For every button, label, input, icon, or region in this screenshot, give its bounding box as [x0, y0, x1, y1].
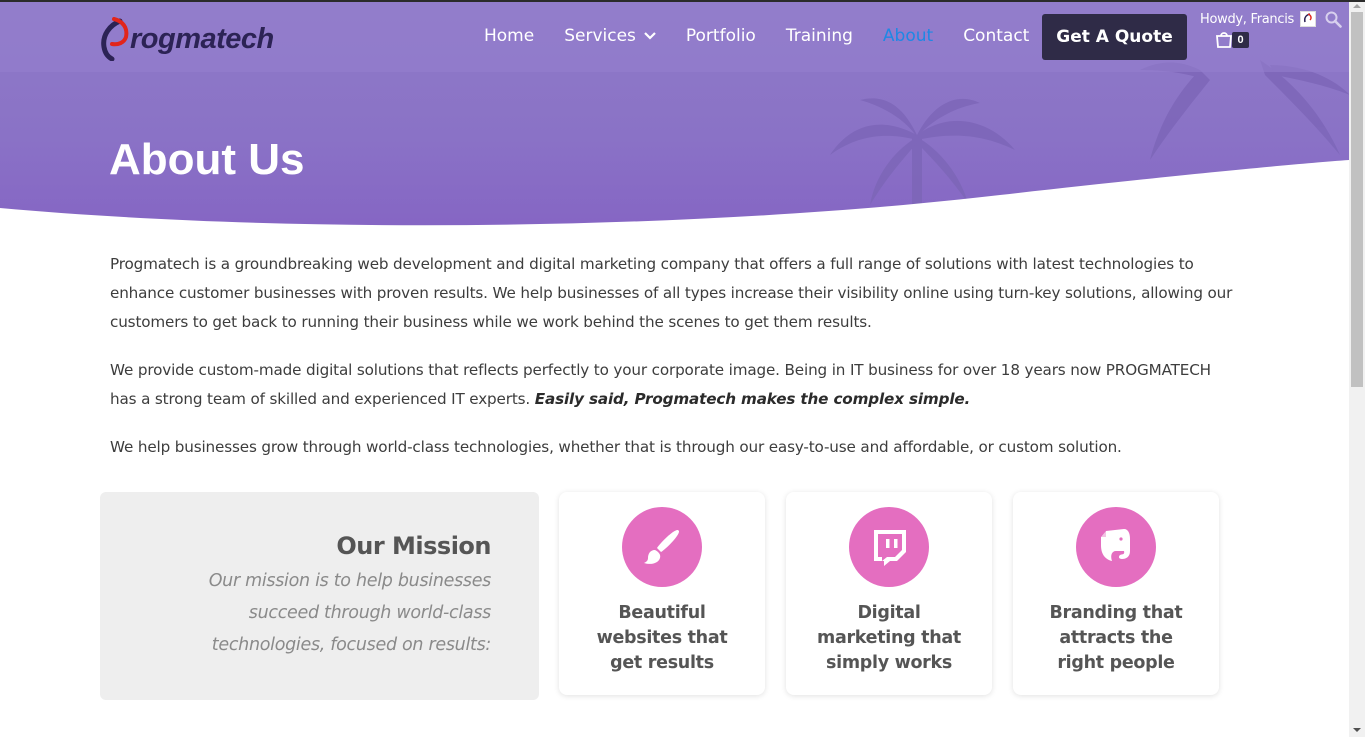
mission-title: Our Mission — [336, 532, 491, 560]
emphasis-text: Easily said, Progmatech makes the comple… — [534, 390, 971, 408]
about-paragraph: Progmatech is a groundbreaking web devel… — [110, 255, 1233, 331]
nav-label: Services — [564, 26, 636, 46]
feature-label: Beautiful websites that get results — [596, 603, 728, 673]
scrollbar-thumb[interactable] — [1351, 12, 1363, 387]
nav-contact[interactable]: Contact — [963, 26, 1029, 46]
nav-label: Training — [785, 26, 853, 46]
site-header: rogmatech Home Services Portfolio Traini… — [0, 2, 1349, 72]
nav-label: About — [882, 26, 934, 46]
feature-card: Beautiful websites that get results — [559, 492, 765, 695]
twitch-icon — [849, 507, 929, 587]
nav-about[interactable]: About — [883, 26, 933, 46]
avatar-logo-icon — [1303, 13, 1312, 23]
evernote-icon — [1076, 507, 1156, 587]
window-top-border — [0, 0, 1365, 2]
mission-box: Our Mission Our mission is to help busin… — [100, 492, 539, 700]
cart-count-badge: 0 — [1232, 32, 1249, 48]
nav-home[interactable]: Home — [484, 26, 534, 46]
shopping-bag-icon[interactable] — [1214, 29, 1234, 49]
nav-training[interactable]: Training — [786, 26, 853, 46]
about-paragraph: We provide custom-made digital solutions… — [110, 356, 1240, 414]
logo-text: rogmatech — [130, 22, 274, 55]
feature-label: Digital marketing that simply works — [817, 603, 961, 673]
paintbrush-icon — [622, 507, 702, 587]
nav-label: Contact — [963, 26, 1030, 46]
search-icon[interactable] — [1325, 11, 1342, 28]
nav-portfolio[interactable]: Portfolio — [686, 26, 756, 46]
main-nav: Home Services Portfolio Training About C… — [484, 26, 1059, 46]
logo-mark-icon — [101, 17, 129, 61]
feature-card: Branding that attracts the right people — [1013, 492, 1219, 695]
avatar — [1300, 11, 1316, 27]
nav-services[interactable]: Services — [564, 26, 656, 46]
scroll-down-arrow-icon[interactable] — [1352, 727, 1362, 733]
account-greeting[interactable]: Howdy, Francis — [1200, 11, 1316, 27]
mission-text: Our mission is to help businesses succee… — [208, 571, 492, 655]
progmatech-logo[interactable]: rogmatech — [100, 16, 274, 62]
chevron-down-icon — [644, 32, 656, 40]
feature-card: Digital marketing that simply works — [786, 492, 992, 695]
about-content: Progmatech is a groundbreaking web devel… — [110, 250, 1240, 481]
scroll-up-arrow-icon[interactable] — [1352, 3, 1362, 9]
nav-label: Portfolio — [685, 26, 756, 46]
page-title: About Us — [109, 135, 305, 184]
feature-label: Branding that attracts the right people — [1049, 603, 1183, 673]
about-paragraph: We help businesses grow through world-cl… — [110, 438, 1122, 456]
nav-label: Home — [484, 26, 535, 46]
get-a-quote-button[interactable]: Get A Quote — [1042, 14, 1187, 60]
greeting-text: Howdy, Francis — [1200, 11, 1294, 27]
